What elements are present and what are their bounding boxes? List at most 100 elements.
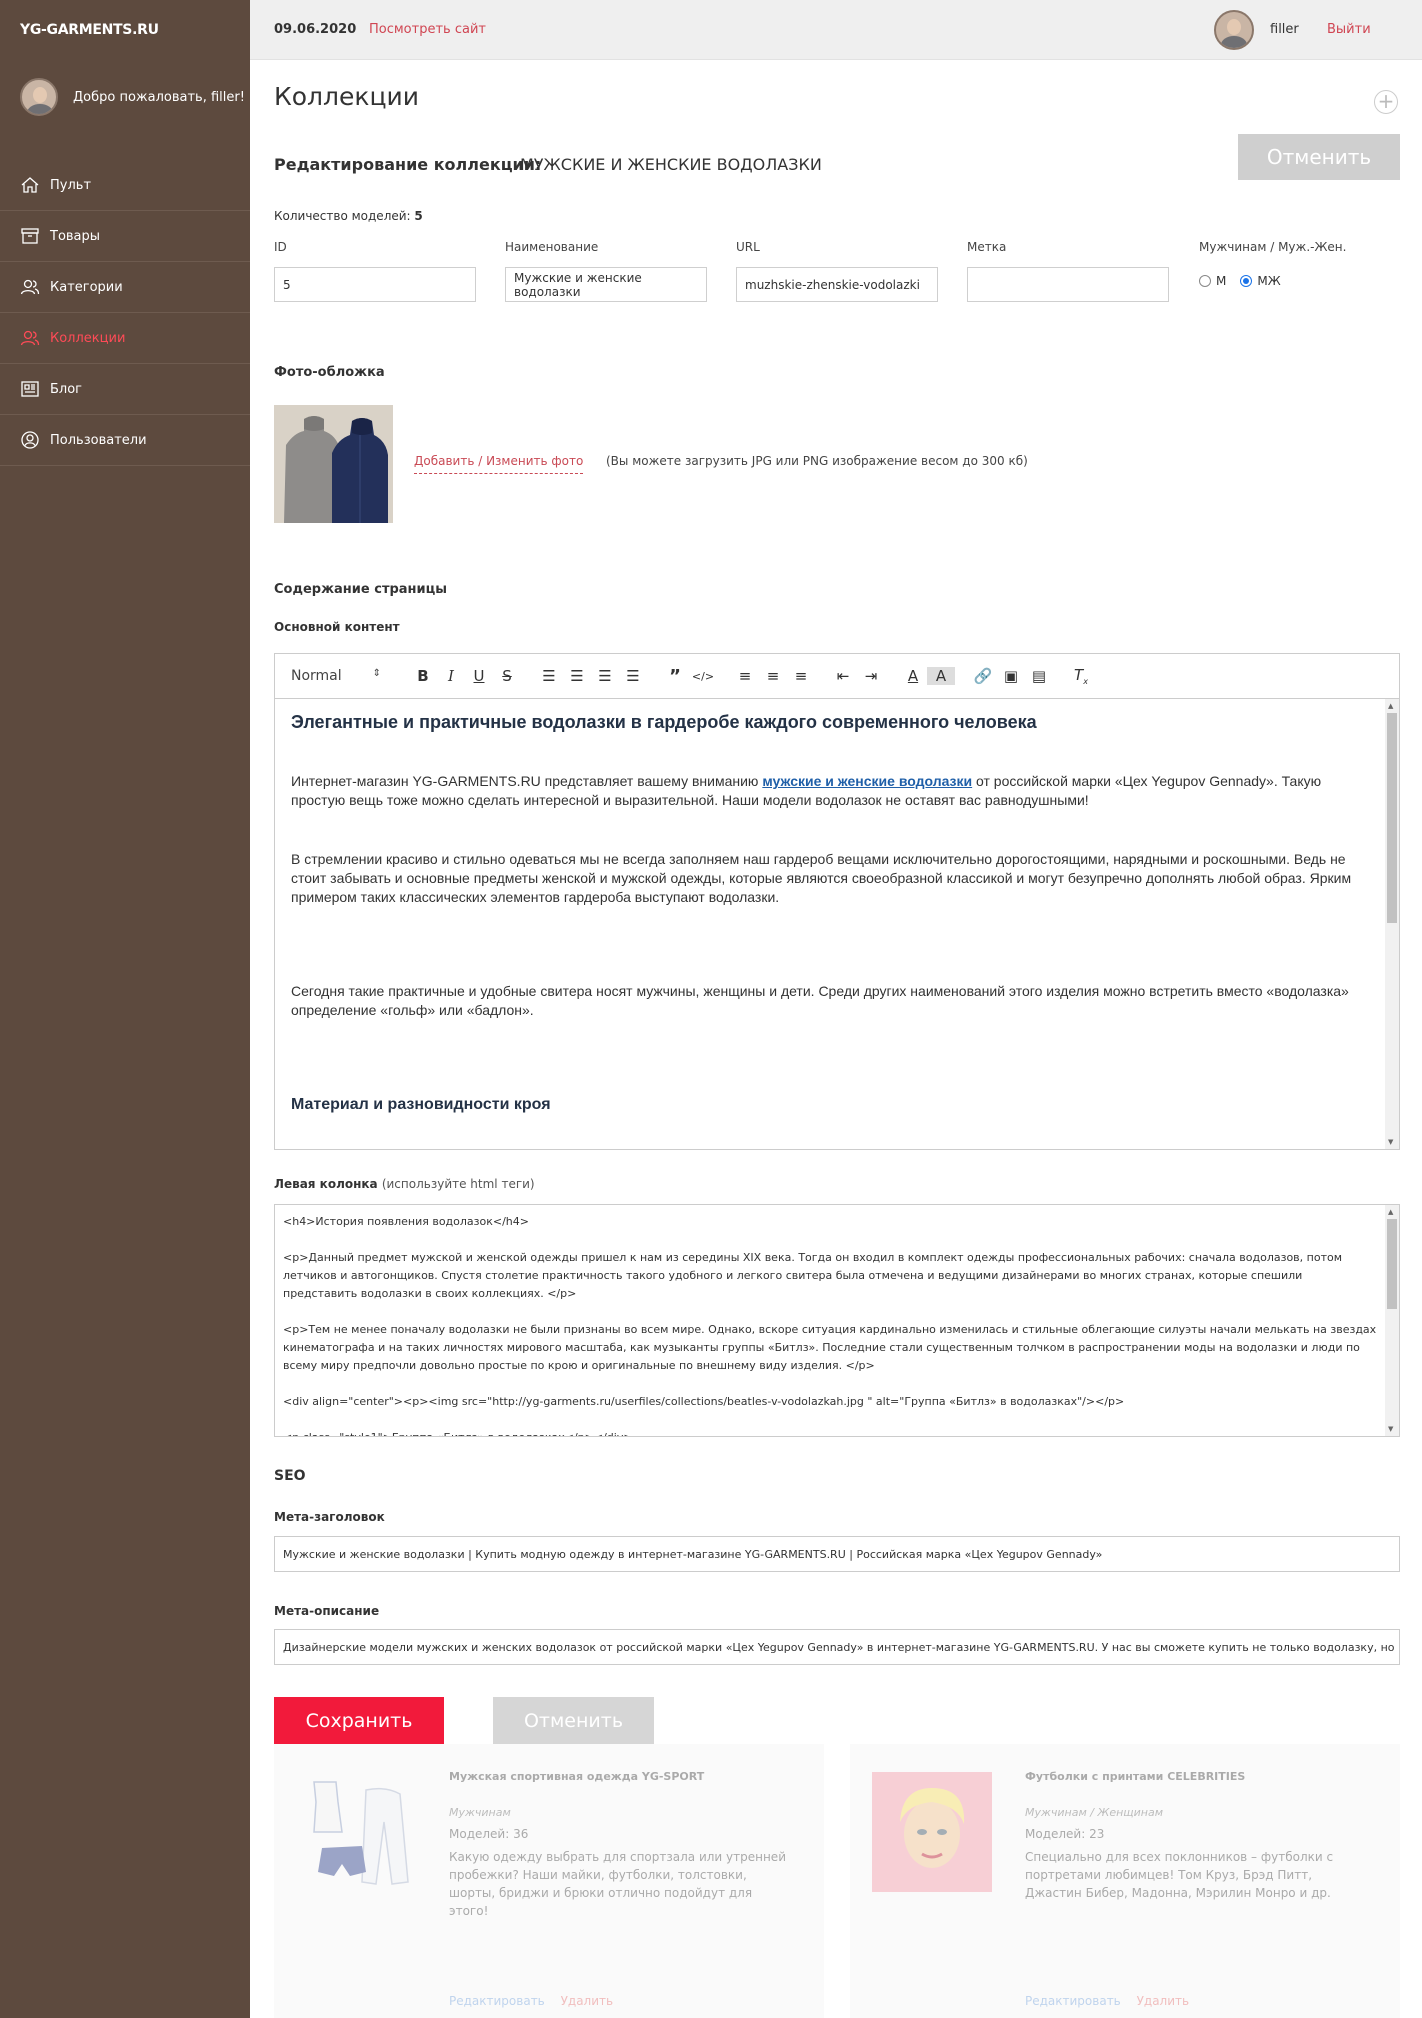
url-label: URL: [736, 240, 760, 254]
cancel-button-top[interactable]: Отменить: [1238, 134, 1400, 180]
sidebar-item-blog[interactable]: Блог: [0, 364, 250, 415]
sidebar-item-users[interactable]: Пользователи: [0, 415, 250, 466]
gender-label: Мужчинам / Муж.-Жен.: [1199, 240, 1347, 254]
card-edit-button[interactable]: Редактировать: [1025, 1994, 1121, 2008]
align-right-icon[interactable]: ☰: [591, 667, 619, 685]
url-field[interactable]: muzhskie-zhenskie-vodolazki: [736, 267, 938, 302]
sidebar-item-label: Пользователи: [50, 432, 147, 448]
brand-logo[interactable]: YG-GARMENTS.RU: [20, 22, 159, 38]
bold-icon[interactable]: B: [409, 667, 437, 685]
tag-field[interactable]: [967, 267, 1169, 302]
radio-mzh[interactable]: [1240, 275, 1253, 287]
clear-format-icon[interactable]: Tx: [1067, 666, 1095, 686]
model-count-label: Количество моделей:: [274, 209, 411, 223]
sidebar-item-dashboard[interactable]: Пульт: [0, 160, 250, 211]
meta-title-input[interactable]: Мужские и женские водолазки | Купить мод…: [274, 1536, 1400, 1572]
align-center-icon[interactable]: ☰: [563, 667, 591, 685]
user-avatar[interactable]: [1214, 10, 1254, 50]
card-gender: Мужчинам / Женщинам: [1025, 1806, 1164, 1819]
cover-photo-title: Фото-обложка: [274, 365, 385, 380]
outdent-icon[interactable]: ⇤: [829, 667, 857, 685]
scroll-down-icon[interactable]: ▼: [1388, 1138, 1393, 1146]
avatar: [20, 78, 58, 116]
scroll-up-icon[interactable]: ▲: [1388, 1208, 1393, 1216]
photo-hint: (Вы можете загрузить JPG или PNG изображ…: [606, 454, 1028, 468]
check-list-icon[interactable]: ≡: [787, 667, 815, 685]
sidebar-item-categories[interactable]: Категории: [0, 262, 250, 313]
meta-description-input[interactable]: Дизайнерские модели мужских и женских во…: [274, 1629, 1400, 1665]
sidebar-item-label: Коллекции: [50, 330, 126, 346]
card-image: [296, 1772, 416, 1892]
link-icon[interactable]: 🔗: [969, 667, 997, 685]
card-gender: Мужчинам: [449, 1806, 511, 1819]
background-color-icon[interactable]: A: [927, 667, 955, 685]
cover-photo-image: [274, 405, 393, 523]
radio-m[interactable]: [1199, 275, 1211, 287]
content-heading-1: Элегантные и практичные водолазки в гард…: [291, 712, 1037, 732]
text-color-icon[interactable]: A: [899, 667, 927, 685]
editor-scrollbar[interactable]: ▲ ▼: [1385, 699, 1399, 1149]
code-icon[interactable]: </>: [689, 670, 717, 683]
left-column-textarea[interactable]: <h4>История появления водолазок</h4> <p>…: [274, 1204, 1400, 1437]
italic-icon[interactable]: I: [437, 667, 465, 685]
align-left-icon[interactable]: ☰: [535, 667, 563, 685]
left-column-hint: (используйте html теги): [381, 1177, 535, 1191]
align-justify-icon[interactable]: ☰: [619, 667, 647, 685]
code-line: <h4>История появления водолазок</h4>: [283, 1215, 529, 1228]
bullet-list-icon[interactable]: ≡: [759, 667, 787, 685]
card-edit-button[interactable]: Редактировать: [449, 1994, 545, 2008]
card-title[interactable]: Футболки с принтами CELEBRITIES: [1025, 1770, 1245, 1783]
username[interactable]: filler: [1270, 22, 1299, 37]
sidebar-item-label: Категории: [50, 279, 123, 295]
collection-card: Мужская спортивная одежда YG-SPORT Мужчи…: [274, 1744, 824, 2018]
format-select-value: Normal: [291, 668, 342, 684]
card-count: Моделей: 23: [1025, 1827, 1105, 1841]
ordered-list-icon[interactable]: ≡: [731, 667, 759, 685]
code-scrollbar[interactable]: ▲ ▼: [1385, 1205, 1399, 1436]
card-delete-button[interactable]: Удалить: [561, 1994, 614, 2008]
welcome-text: Добро пожаловать, filler!: [73, 89, 245, 105]
card-count: Моделей: 36: [449, 1827, 529, 1841]
collection-card: Футболки с принтами CELEBRITIES Мужчинам…: [850, 1744, 1400, 2018]
cancel-button[interactable]: Отменить: [493, 1697, 654, 1744]
name-field[interactable]: Мужские и женские водолазки: [505, 267, 707, 302]
id-field[interactable]: 5: [274, 267, 476, 302]
editor-toolbar: Normal ⇕ B I U S ☰ ☰ ☰ ☰ ” </> ≡ ≡ ≡ ⇤ ⇥…: [275, 654, 1399, 699]
card-delete-button[interactable]: Удалить: [1137, 1994, 1190, 2008]
scroll-up-icon[interactable]: ▲: [1388, 702, 1393, 710]
meta-description-label: Мета-описание: [274, 1604, 380, 1618]
save-button[interactable]: Сохранить: [274, 1697, 444, 1744]
sidebar-nav: Пульт Товары Категории Коллекции Блог По…: [0, 160, 250, 466]
sidebar-item-label: Блог: [50, 381, 83, 397]
scroll-thumb[interactable]: [1387, 713, 1397, 923]
logout-link[interactable]: Выйти: [1327, 22, 1371, 37]
change-photo-link[interactable]: Добавить / Изменить фото: [414, 454, 584, 474]
model-count-value: 5: [414, 209, 423, 223]
sidebar-item-collections[interactable]: Коллекции: [0, 313, 250, 364]
sidebar-item-label: Товары: [50, 228, 101, 244]
blockquote-icon[interactable]: ”: [661, 666, 689, 687]
main-content-title: Основной контент: [274, 620, 400, 634]
underline-icon[interactable]: U: [465, 667, 493, 685]
scroll-thumb[interactable]: [1387, 1219, 1397, 1309]
image-icon[interactable]: ▣: [997, 667, 1025, 685]
view-site-link[interactable]: Посмотреть сайт: [369, 22, 486, 37]
sidebar-item-products[interactable]: Товары: [0, 211, 250, 262]
video-icon[interactable]: ▤: [1025, 667, 1053, 685]
edit-label: Редактирование коллекции:: [274, 155, 542, 174]
scroll-down-icon[interactable]: ▼: [1388, 1425, 1393, 1433]
meta-title-label: Мета-заголовок: [274, 1510, 385, 1524]
collection-link[interactable]: мужские и женские водолазки: [762, 773, 972, 789]
card-image: [872, 1772, 992, 1892]
blog-icon: [20, 379, 40, 399]
strike-icon[interactable]: S: [493, 667, 521, 685]
home-icon: [20, 175, 40, 195]
indent-icon[interactable]: ⇥: [857, 667, 885, 685]
model-count: Количество моделей: 5: [274, 209, 423, 223]
welcome-block: Добро пожаловать, filler!: [20, 78, 245, 116]
editor-content[interactable]: Элегантные и практичные водолазки в гард…: [275, 699, 1385, 1149]
card-title[interactable]: Мужская спортивная одежда YG-SPORT: [449, 1770, 704, 1783]
add-collection-button[interactable]: +: [1374, 90, 1398, 114]
sidebar: YG-GARMENTS.RU Добро пожаловать, filler!…: [0, 0, 250, 2018]
format-select[interactable]: Normal ⇕: [291, 668, 381, 684]
